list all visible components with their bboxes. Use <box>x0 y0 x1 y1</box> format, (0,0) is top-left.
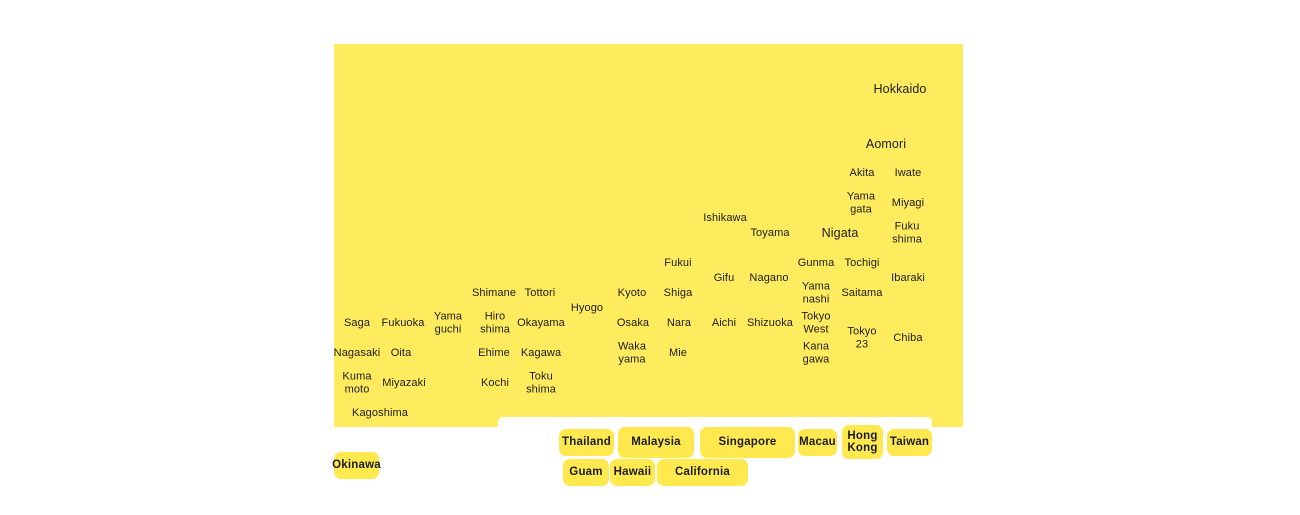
prefecture-label[interactable]: Kuma moto <box>342 371 371 396</box>
prefecture-label[interactable]: Tochigi <box>845 257 880 270</box>
prefecture-label[interactable]: Oita <box>391 347 412 360</box>
prefecture-label[interactable]: Toyama <box>750 227 789 240</box>
region-chip-button[interactable]: Okinawa <box>332 452 381 479</box>
prefecture-label[interactable]: Ehime <box>478 347 510 360</box>
prefecture-label[interactable]: Gunma <box>798 257 835 270</box>
prefecture-label[interactable]: Shimane <box>472 287 516 300</box>
japan-map-canvas <box>334 44 963 427</box>
prefecture-label[interactable]: Toku shima <box>526 371 556 396</box>
prefecture-label[interactable]: Shizuoka <box>747 317 793 330</box>
prefecture-label[interactable]: Chiba <box>893 332 922 345</box>
prefecture-label[interactable]: Aomori <box>866 137 906 151</box>
prefecture-label[interactable]: Mie <box>669 347 687 360</box>
prefecture-label[interactable]: Ibaraki <box>891 272 925 285</box>
prefecture-label[interactable]: Hokkaido <box>874 82 927 96</box>
prefecture-label[interactable]: Fukui <box>664 257 691 270</box>
prefecture-label[interactable]: Tokyo 23 <box>847 326 876 351</box>
prefecture-label[interactable]: Okayama <box>517 317 565 330</box>
prefecture-label[interactable]: Saitama <box>841 287 882 300</box>
prefecture-label[interactable]: Iwate <box>895 167 922 180</box>
prefecture-label[interactable]: Kana gawa <box>803 341 830 366</box>
prefecture-label[interactable]: Kochi <box>481 377 509 390</box>
region-chip-button[interactable]: Macau <box>798 429 837 456</box>
prefecture-label[interactable]: Yama nashi <box>802 281 830 306</box>
prefecture-label[interactable]: Kagoshima <box>352 407 408 420</box>
prefecture-label[interactable]: Kagawa <box>521 347 561 360</box>
prefecture-label[interactable]: Ishikawa <box>703 212 747 225</box>
prefecture-label[interactable]: Nigata <box>822 226 859 240</box>
region-chip-button[interactable]: Singapore <box>700 427 795 458</box>
region-chip-button[interactable]: Guam <box>563 459 609 486</box>
prefecture-label[interactable]: Yama guchi <box>434 311 462 336</box>
prefecture-label[interactable]: Fuku shima <box>892 221 922 246</box>
prefecture-label[interactable]: Nagano <box>749 272 788 285</box>
prefecture-label[interactable]: Yama gata <box>847 191 875 216</box>
prefecture-label[interactable]: Waka yama <box>618 341 646 366</box>
region-chip-button[interactable]: Thailand <box>559 429 614 456</box>
prefecture-label[interactable]: Osaka <box>617 317 649 330</box>
prefecture-label[interactable]: Nagasaki <box>334 347 381 360</box>
prefecture-label[interactable]: Saga <box>344 317 370 330</box>
prefecture-label[interactable]: Gifu <box>714 272 735 285</box>
region-chip-button[interactable]: Hong Kong <box>842 425 883 459</box>
prefecture-label[interactable]: Hiro shima <box>480 311 510 336</box>
prefecture-label[interactable]: Miyagi <box>892 197 924 210</box>
region-chip-button[interactable]: Taiwan <box>887 429 932 456</box>
prefecture-label[interactable]: Fukuoka <box>382 317 425 330</box>
prefecture-label[interactable]: Aichi <box>712 317 736 330</box>
region-chip-button[interactable]: Hawaii <box>610 459 655 486</box>
prefecture-label[interactable]: Kyoto <box>618 287 647 300</box>
region-chip-button[interactable]: California <box>657 459 748 486</box>
prefecture-label[interactable]: Tottori <box>525 287 556 300</box>
region-chip-button[interactable]: Malaysia <box>618 427 694 458</box>
prefecture-label[interactable]: Tokyo West <box>801 311 830 336</box>
region-selector-map: Hokkaido Aomori Akita Iwate Yama gata Miyagi I… <box>0 0 1300 515</box>
prefecture-label[interactable]: Shiga <box>664 287 693 300</box>
prefecture-label[interactable]: Hyogo <box>571 302 603 315</box>
prefecture-label[interactable]: Akita <box>850 167 875 180</box>
prefecture-label[interactable]: Nara <box>667 317 691 330</box>
prefecture-label[interactable]: Miyazaki <box>382 377 426 390</box>
